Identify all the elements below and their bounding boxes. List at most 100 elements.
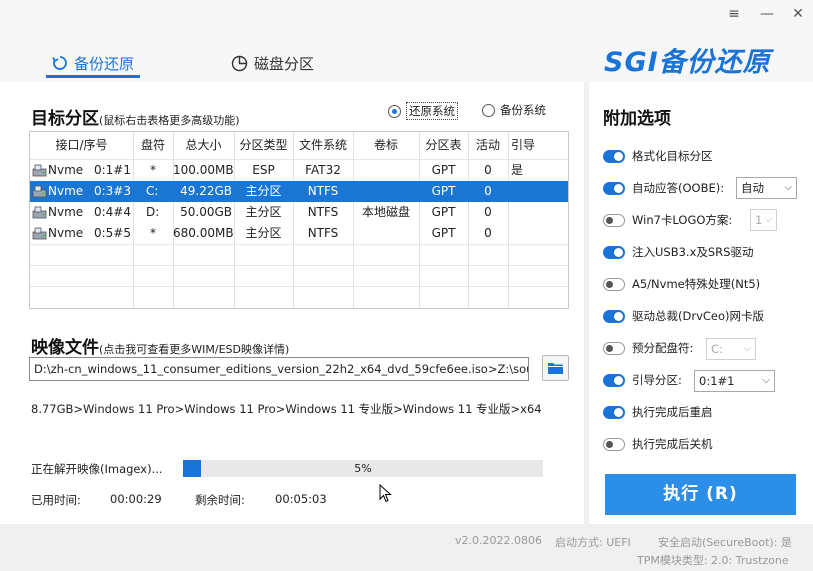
browse-folder-button[interactable] — [542, 355, 569, 381]
active-cell: 0 — [484, 163, 492, 177]
option-label: 自动应答(OOBE): — [632, 181, 725, 195]
option-shutdown-after[interactable]: 执行完成后关机 — [603, 433, 713, 455]
image-file-heading[interactable]: 映像文件(点击我可查看更多WIM/ESD映像详情) — [31, 333, 289, 358]
option-nvme-special[interactable]: A5/Nvme特殊处理(Nt5) — [603, 273, 760, 295]
close-icon[interactable]: ✕ — [786, 4, 810, 24]
table-cell: GPT — [431, 184, 456, 198]
column-header[interactable]: 文件系统 — [293, 135, 353, 156]
fs-cell: NTFS — [307, 184, 339, 198]
backup-system-radio[interactable]: 备份系统 — [482, 102, 546, 118]
active-cell: 0 — [484, 205, 492, 219]
toggle-switch[interactable] — [603, 149, 625, 163]
tab-label: 备份还原 — [74, 54, 135, 73]
execute-button[interactable]: 执行 (R) — [605, 474, 796, 515]
remaining-label: 剩余时间: — [195, 493, 245, 507]
drive-cell: C: — [146, 184, 159, 198]
option-win7-logo[interactable]: Win7卡LOGO方案: — [603, 209, 732, 231]
table-row[interactable]: Nvme 0:5#5 * 680.00MB 主分区 NTFS GPT 0 — [30, 223, 568, 244]
size-cell: 680.00MB — [173, 226, 234, 240]
heading-text: 目标分区 — [31, 109, 99, 129]
table-row-selected[interactable]: Nvme 0:3#3 C: 49.22GB 主分区 NTFS GPT 0 — [30, 181, 568, 202]
boot-cell: 是 — [511, 163, 524, 177]
restore-system-radio[interactable]: 还原系统 — [388, 102, 458, 120]
option-format-partition[interactable]: 格式化目标分区 — [603, 145, 713, 167]
option-reboot-after[interactable]: 执行完成后重启 — [603, 401, 713, 423]
disk-icon — [32, 206, 47, 219]
radio-label: 备份系统 — [500, 103, 546, 117]
mouse-cursor-icon — [379, 484, 392, 503]
option-label: 注入USB3.x及SRS驱动 — [632, 245, 754, 259]
type-cell: 主分区 — [245, 226, 282, 240]
toggle-switch[interactable] — [603, 277, 625, 291]
tab-disk-partition[interactable]: 磁盘分区 — [231, 48, 314, 78]
win7-logo-select[interactable]: 1 ⌵ — [750, 209, 777, 231]
toggle-switch[interactable] — [603, 341, 625, 355]
restore-icon — [52, 56, 67, 70]
tpm-text: TPM模块类型: 2.0: Trustzone — [637, 554, 789, 567]
table-row[interactable]: Nvme 0:4#4 D: 50.00GB 主分区 NTFS 本地磁盘 GPT … — [30, 202, 568, 223]
chevron-down-icon: ⌵ — [743, 343, 751, 354]
radio-label: 还原系统 — [406, 102, 458, 120]
label-cell — [353, 160, 419, 181]
heading-hint: (鼠标右击表格更多高级功能) — [99, 114, 240, 127]
label-cell — [353, 181, 419, 202]
option-label: 执行完成后关机 — [632, 437, 713, 451]
table-cell: GPT — [431, 163, 456, 177]
image-path-select[interactable]: D:\zh-cn_windows_11_consumer_editions_ve… — [29, 357, 529, 381]
select-value: 自动 — [741, 181, 764, 195]
boot-cell — [508, 223, 538, 244]
option-inject-usb3[interactable]: 注入USB3.x及SRS驱动 — [603, 241, 753, 263]
toggle-switch[interactable] — [603, 245, 625, 259]
table-row[interactable]: Nvme 0:1#1 * 100.00MB ESP FAT32 GPT 0 是 — [30, 160, 568, 181]
option-drvceo[interactable]: 驱动总裁(DrvCeo)网卡版 — [603, 305, 764, 327]
image-info: 8.77GB>Windows 11 Pro>Windows 11 Pro>Win… — [31, 402, 542, 416]
toggle-switch[interactable] — [603, 181, 625, 195]
menu-icon[interactable]: ≡ — [722, 4, 746, 24]
chevron-down-icon: ⌵ — [784, 182, 792, 193]
heading-text: 映像文件 — [31, 338, 99, 358]
option-preassign-drive[interactable]: 预分配盘符: — [603, 337, 693, 359]
disk-icon — [32, 227, 47, 240]
option-label: 驱动总裁(DrvCeo)网卡版 — [632, 309, 765, 323]
active-cell: 0 — [484, 226, 492, 240]
iface-cell: Nvme — [48, 226, 84, 240]
column-header[interactable]: 卷标 — [353, 135, 419, 156]
column-header[interactable]: 分区类型 — [234, 135, 293, 156]
partition-table[interactable]: 接口/序号 盘符 总大小 分区类型 文件系统 卷标 分区表 活动 引导 Nvme… — [29, 131, 569, 309]
column-header[interactable]: 接口/序号 — [30, 135, 133, 156]
column-header[interactable]: 分区表 — [419, 135, 468, 156]
size-cell: 49.22GB — [180, 184, 232, 198]
toggle-switch[interactable] — [603, 373, 625, 387]
elapsed-label: 已用时间: — [31, 493, 81, 507]
toggle-switch[interactable] — [603, 213, 625, 227]
version-text: v2.0.2022.0806 — [455, 534, 542, 547]
target-partition-heading[interactable]: 目标分区(鼠标右击表格更多高级功能) — [31, 104, 240, 129]
progress-bar: 5% — [183, 460, 543, 477]
column-header[interactable]: 活动 — [468, 135, 508, 156]
toggle-switch[interactable] — [603, 309, 625, 323]
remaining-time: 00:05:03 — [275, 492, 327, 506]
boot-partition-select[interactable]: 0:1#1 ⌵ — [694, 370, 775, 392]
option-boot-partition[interactable]: 引导分区: — [603, 369, 682, 391]
row-divider — [30, 244, 568, 245]
tab-backup-restore[interactable]: 备份还原 — [52, 48, 134, 78]
column-header[interactable]: 总大小 — [173, 135, 234, 156]
option-auto-oobe[interactable]: 自动应答(OOBE): — [603, 177, 724, 199]
app-logo: SGI备份还原 — [604, 47, 771, 78]
toggle-switch[interactable] — [603, 437, 625, 451]
boot-mode-text: 启动方式: UEFI — [555, 536, 631, 549]
oobe-select[interactable]: 自动 ⌵ — [736, 177, 797, 199]
boot-cell — [508, 202, 538, 223]
toggle-switch[interactable] — [603, 405, 625, 419]
boot-cell — [508, 181, 538, 202]
fs-cell: NTFS — [307, 226, 339, 240]
select-value: 0:1#1 — [699, 374, 735, 388]
label-cell: 本地磁盘 — [361, 205, 410, 219]
minimize-icon[interactable]: — — [755, 4, 779, 24]
column-header[interactable]: 盘符 — [133, 135, 173, 156]
drive-letter-select[interactable]: C: ⌵ — [706, 338, 756, 360]
seq-cell: 0:1#1 — [93, 163, 131, 177]
option-label: 执行完成后重启 — [632, 405, 713, 419]
column-header[interactable]: 引导 — [508, 135, 538, 156]
radio-button — [388, 104, 401, 118]
